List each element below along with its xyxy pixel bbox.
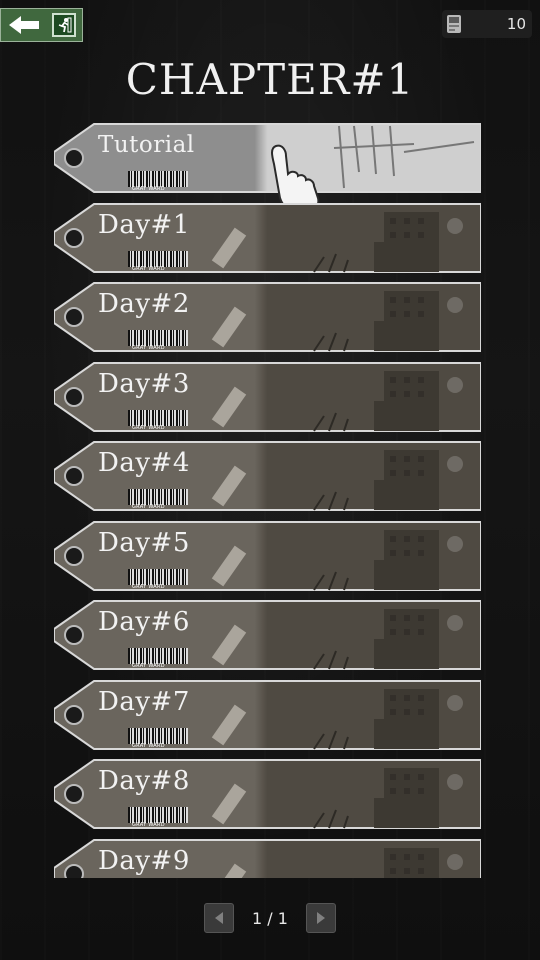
lock-indicator-icon xyxy=(447,774,463,790)
level-label: Day#6 xyxy=(98,607,190,637)
lock-indicator-icon xyxy=(447,297,463,313)
pager: 1 / 1 xyxy=(0,902,540,934)
barcode xyxy=(128,727,188,744)
barcode xyxy=(128,250,188,267)
level-list[interactable]: Tutorial GRAY WARD Day#1 GRAY WARD Day#2 GRAY… xyxy=(54,122,481,878)
level-label: Day#7 xyxy=(98,686,190,717)
barcode-text: GRAY WARD xyxy=(132,583,165,590)
level-tag-day-6[interactable]: Day#6 GRAY WARD xyxy=(54,599,481,671)
triangle-right-icon xyxy=(317,912,325,924)
level-label: Day#3 xyxy=(98,368,190,399)
page-indicator: 1 / 1 xyxy=(250,909,290,928)
chapter-title: CHAPTER#1 xyxy=(125,55,415,104)
lock-indicator-icon xyxy=(447,615,463,631)
page-separator: / xyxy=(267,908,273,928)
current-page: 1 xyxy=(252,908,263,928)
currency-count: 10 xyxy=(506,15,526,33)
level-tag-day-8[interactable]: Day#8 GRAY WARD xyxy=(54,758,481,830)
back-button[interactable] xyxy=(0,8,83,42)
barcode-text: GRAY WARD xyxy=(132,424,165,431)
level-label: Day#4 xyxy=(98,448,190,478)
barcode xyxy=(128,648,188,664)
level-label: Day#8 xyxy=(98,766,190,796)
barcode xyxy=(128,330,188,346)
arrow-left-icon xyxy=(9,16,39,34)
level-tag-day-3[interactable]: Day#3 GRAY WARD xyxy=(54,361,481,433)
barcode-text: GRAY WARD xyxy=(132,504,165,510)
level-label: Day#2 xyxy=(98,289,190,319)
barcode xyxy=(128,409,188,426)
lock-indicator-icon xyxy=(447,376,463,393)
lock-indicator-icon xyxy=(447,535,463,552)
level-tag-day-1[interactable]: Day#1 GRAY WARD xyxy=(54,202,481,274)
lock-indicator-icon xyxy=(447,217,463,234)
barcode-text: GRAY WARD xyxy=(132,186,165,192)
barcode xyxy=(128,489,188,505)
next-page-button[interactable] xyxy=(306,903,336,933)
level-tag-day-9[interactable]: Day#9GRAY WARD xyxy=(54,838,481,878)
level-tag-tutorial[interactable]: Tutorial GRAY WARD xyxy=(54,122,481,211)
barcode-text: GRAY WARD xyxy=(132,663,165,669)
triangle-left-icon xyxy=(215,912,223,924)
level-tag-day-7[interactable]: Day#7 GRAY WARD xyxy=(54,679,481,751)
barcode-text: GRAY WARD xyxy=(132,265,165,272)
level-label: Day#5 xyxy=(98,527,190,558)
lock-indicator-icon xyxy=(447,853,463,870)
barcode xyxy=(128,807,188,823)
ticket-card-icon xyxy=(447,15,461,33)
level-tag-day-2[interactable]: Day#2 GRAY WARD xyxy=(54,281,481,353)
barcode-text: GRAY WARD xyxy=(132,742,165,749)
currency-counter: 10 xyxy=(442,10,532,38)
barcode-text: GRAY WARD xyxy=(132,345,165,351)
level-label: Day#1 xyxy=(98,209,190,240)
prev-page-button[interactable] xyxy=(204,903,234,933)
level-tag-day-5[interactable]: Day#5 GRAY WARD xyxy=(54,520,481,592)
level-label: Day#9 xyxy=(98,845,190,876)
level-tag-day-4[interactable]: Day#4 GRAY WARD xyxy=(54,440,481,512)
level-label: Tutorial xyxy=(98,132,195,158)
lock-indicator-icon xyxy=(447,694,463,711)
lock-indicator-icon xyxy=(447,456,463,472)
barcode xyxy=(128,171,188,187)
total-pages: 1 xyxy=(277,908,288,928)
barcode-text: GRAY WARD xyxy=(132,822,165,828)
barcode xyxy=(128,568,188,585)
exit-running-man-icon xyxy=(52,13,76,37)
